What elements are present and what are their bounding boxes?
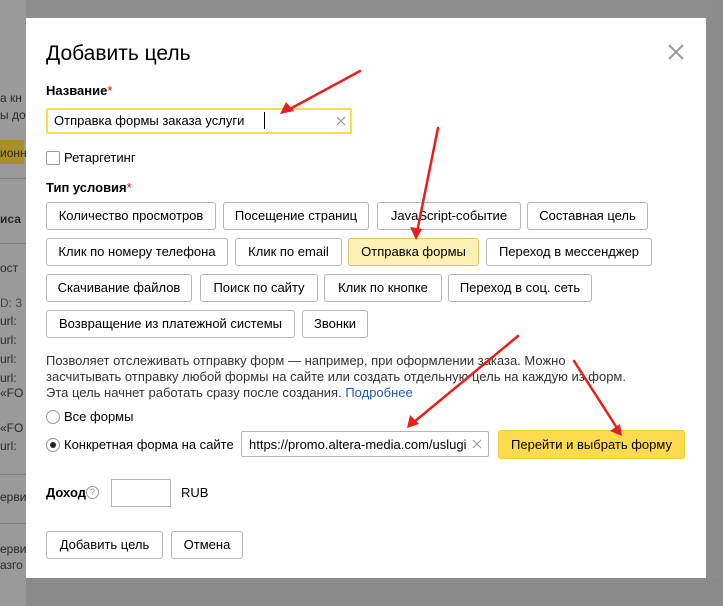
background-overlay [706,0,723,578]
help-icon[interactable]: ? [86,486,99,499]
background-divider [0,243,26,244]
required-mark: * [107,83,113,98]
radio-specific-form-label: Конкретная форма на сайте [64,437,234,452]
clear-icon [472,439,482,449]
background-text: url: [0,352,17,366]
background-text: ост [0,261,19,275]
condition-option[interactable]: JavaScript-событие [377,202,521,230]
retargeting-checkbox[interactable] [46,151,60,165]
background-divider [0,474,26,475]
condition-option[interactable]: Переход в соц. сеть [448,274,592,302]
add-goal-button[interactable]: Добавить цель [46,531,163,559]
form-url-value: https://promo.altera-media.com/uslugi [249,437,467,452]
background-text: ы до [0,108,26,122]
name-label: Название* [46,83,113,98]
background-text: url: [0,314,17,328]
condition-type-label: Тип условия* [46,180,132,195]
condition-description: Позволяет отслеживать отправку форм — на… [46,353,626,400]
goal-name-input[interactable]: Отправка формы заказа услуги [46,108,352,134]
background-text: url: [0,371,17,385]
goal-name-value: Отправка формы заказа услуги [54,113,245,128]
background-text: ионн [0,146,27,160]
clear-url-button[interactable] [470,436,484,452]
background-divider [0,523,26,524]
text-caret [264,112,265,129]
add-goal-dialog: Добавить цель Название* Отправка формы з… [26,18,706,578]
condition-option[interactable]: Количество просмотров [46,202,216,230]
clear-icon [336,116,346,126]
condition-option[interactable]: Скачивание файлов [46,274,192,302]
condition-option[interactable]: Составная цель [527,202,648,230]
close-button[interactable] [664,40,688,64]
condition-option[interactable]: Переход в мессенджер [486,238,652,266]
required-mark: * [126,180,132,195]
radio-all-forms[interactable] [46,410,60,424]
background-text: «FO [0,386,24,400]
background-text: ерви [0,490,27,504]
radio-all-forms-label: Все формы [64,409,134,424]
radio-specific-form[interactable] [46,438,60,452]
background-text: «FO [0,421,24,435]
condition-option[interactable]: Посещение страниц [223,202,369,230]
background-divider [0,178,26,179]
background-text: url: [0,333,17,347]
currency-label: RUB [181,485,209,500]
income-input[interactable] [111,479,171,507]
background-text: ерви [0,542,27,556]
clear-button[interactable] [334,111,348,131]
condition-option[interactable]: Клик по email [235,238,342,266]
close-icon [668,44,684,60]
condition-option[interactable]: Поиск по сайту [200,274,318,302]
retargeting-label: Ретаргетинг [64,150,136,165]
background-overlay [26,578,723,606]
background-text: азго [0,558,23,572]
condition-option[interactable]: Клик по номеру телефона [46,238,228,266]
background-text: иса [0,212,21,226]
cancel-button[interactable]: Отмена [171,531,243,559]
condition-option-selected[interactable]: Отправка формы [348,238,479,266]
select-form-button[interactable]: Перейти и выбрать форму [498,430,685,459]
condition-option[interactable]: Звонки [302,310,368,338]
more-link[interactable]: Подробнее [345,385,412,400]
condition-option[interactable]: Клик по кнопке [324,274,442,302]
background-text: D: 3 [0,296,23,310]
background-text: url: [0,439,17,453]
form-url-input[interactable]: https://promo.altera-media.com/uslugi [241,431,489,457]
background-text: а кн [0,91,22,105]
income-label: Доход [46,485,86,500]
condition-option[interactable]: Возвращение из платежной системы [46,310,295,338]
dialog-title: Добавить цель [46,42,191,65]
